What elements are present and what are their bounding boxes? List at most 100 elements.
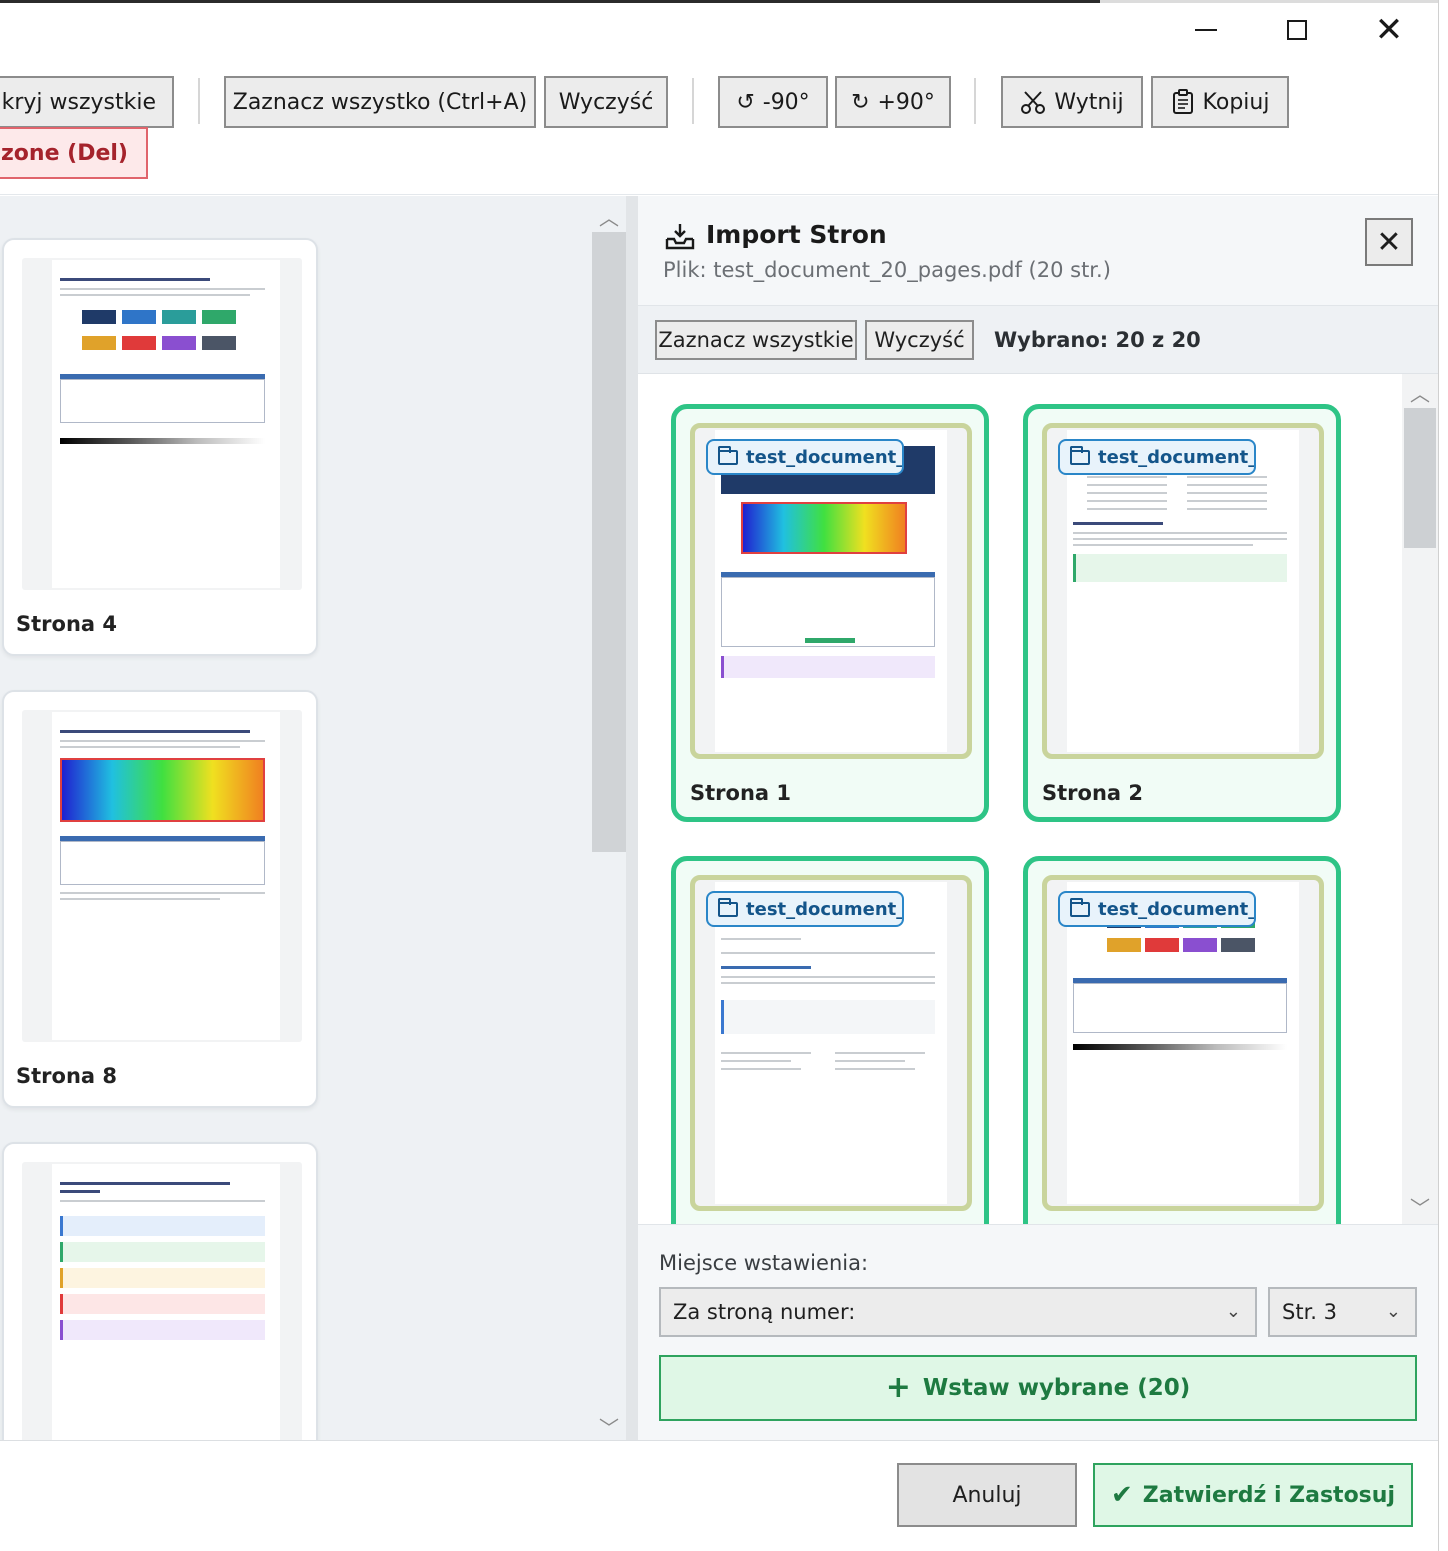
maximize-icon[interactable] <box>1274 10 1320 50</box>
copy-button[interactable]: Kopiuj <box>1151 76 1289 128</box>
cut-button[interactable]: Wytnij <box>1001 76 1143 128</box>
import-page-card[interactable]: test_document_... <box>671 856 989 1274</box>
source-file-name: test_document_... <box>1098 898 1256 920</box>
scissors-icon <box>1021 91 1046 114</box>
close-import-button[interactable]: ✕ <box>1365 218 1413 266</box>
position-mode-value: Za stroną numer: <box>673 1300 856 1324</box>
page-preview <box>52 1164 280 1440</box>
page-preview <box>715 430 947 752</box>
apply-label: Zatwierdź i Zastosuj <box>1142 1482 1395 1508</box>
import-clear-button[interactable]: Wyczyść <box>865 320 974 360</box>
selected-count: Wybrano: 20 z 20 <box>994 328 1201 352</box>
page-thumbnail <box>22 258 302 590</box>
select-all-label: Zaznacz wszystko (Ctrl+A) <box>232 89 528 115</box>
rotate-left-icon: ↺ <box>736 89 755 115</box>
page-preview <box>1067 430 1299 752</box>
page-label: Strona 1 <box>690 781 791 805</box>
rotate-left-label: -90° <box>762 89 810 115</box>
position-page-value: Str. 3 <box>1282 1300 1337 1324</box>
show-all-button[interactable]: dkryj wszystkie <box>0 76 174 128</box>
import-tray-icon <box>665 224 695 250</box>
close-icon: ✕ <box>1376 224 1402 260</box>
scroll-up-icon[interactable]: ︿ <box>592 202 626 231</box>
import-clear-label: Wyczyść <box>874 328 965 352</box>
rotate-right-button[interactable]: ↻ +90° <box>835 76 951 128</box>
page-thumbnail <box>22 710 302 1042</box>
import-select-all-label: Zaznacz wszystkie <box>658 328 854 352</box>
page-label: Strona 2 <box>1042 781 1143 805</box>
delete-selected-button[interactable]: czone (Del) <box>0 127 148 179</box>
chevron-down-icon: ⌄ <box>1225 1301 1241 1322</box>
window-right-border <box>1438 0 1448 1551</box>
import-selection-bar: Zaznacz wszystkie Wyczyść Wybrano: 20 z … <box>638 306 1438 374</box>
import-title: Import Stron <box>706 220 887 249</box>
import-page-card[interactable]: test_document_... Strona 2 <box>1023 404 1341 822</box>
insert-position-label: Miejsce wstawienia: <box>659 1251 869 1275</box>
toolbar-separator <box>198 78 200 124</box>
page-card[interactable] <box>2 1142 318 1440</box>
plus-icon: + <box>885 1370 911 1405</box>
minimize-icon[interactable] <box>1183 10 1229 50</box>
source-file-name: test_document_... <box>746 898 904 920</box>
page-preview <box>52 260 280 588</box>
position-page-select[interactable]: Str. 3 ⌄ <box>1268 1287 1417 1337</box>
rotate-left-button[interactable]: ↺ -90° <box>718 76 828 128</box>
clear-button[interactable]: Wyczyść <box>544 76 668 128</box>
page-preview <box>715 882 947 1204</box>
toolbar-separator <box>974 78 976 124</box>
import-page-card[interactable]: test_document_... <box>1023 856 1341 1274</box>
scroll-down-icon[interactable]: ﹀ <box>592 1412 626 1441</box>
source-file-badge: test_document_... <box>1058 439 1256 475</box>
checkmark-icon: ✔ <box>1111 1480 1133 1510</box>
import-header: Import Stron Plik: test_document_20_page… <box>638 196 1438 306</box>
import-scrollbar[interactable]: ︿ ﹀ <box>1402 374 1438 1224</box>
page-card[interactable]: Strona 8 <box>2 690 318 1108</box>
pages-panel: Strona 4 Strona 8 <box>0 196 626 1440</box>
source-file-name: test_document_... <box>1098 446 1256 468</box>
page-label: Strona 4 <box>16 612 117 636</box>
page-preview <box>52 712 280 1040</box>
position-mode-select[interactable]: Za stroną numer: ⌄ <box>659 1287 1257 1337</box>
cancel-button[interactable]: Anuluj <box>897 1463 1077 1527</box>
import-panel: Import Stron Plik: test_document_20_page… <box>638 196 1438 1440</box>
clear-label: Wyczyść <box>558 89 654 115</box>
source-file-badge: test_document_... <box>706 891 904 927</box>
rotate-right-label: +90° <box>877 89 935 115</box>
chevron-down-icon: ⌄ <box>1385 1301 1401 1322</box>
page-preview <box>1067 882 1299 1204</box>
pages-scrollbar[interactable]: ︿ ﹀ <box>592 196 626 1440</box>
cut-label: Wytnij <box>1054 89 1124 115</box>
window-top-border-light <box>1100 0 1440 3</box>
insert-selected-label: Wstaw wybrane (20) <box>922 1375 1191 1401</box>
page-thumbnail <box>22 1162 302 1440</box>
close-icon[interactable]: ✕ <box>1366 10 1412 50</box>
insert-options: Miejsce wstawienia: Za stroną numer: ⌄ S… <box>638 1224 1438 1440</box>
source-file-badge: test_document_... <box>706 439 904 475</box>
source-file-name: test_document_... <box>746 446 904 468</box>
source-file-badge: test_document_... <box>1058 891 1256 927</box>
page-label: Strona 8 <box>16 1064 117 1088</box>
select-all-button[interactable]: Zaznacz wszystko (Ctrl+A) <box>224 76 536 128</box>
folder-icon <box>718 897 738 917</box>
dialog-footer: Anuluj ✔ Zatwierdź i Zastosuj <box>0 1440 1438 1551</box>
rotate-right-icon: ↻ <box>851 89 870 115</box>
insert-selected-button[interactable]: + Wstaw wybrane (20) <box>659 1355 1417 1421</box>
scroll-up-icon[interactable]: ︿ <box>1402 378 1438 407</box>
delete-label: czone (Del) <box>0 140 128 166</box>
import-file-info: Plik: test_document_20_pages.pdf (20 str… <box>663 258 1111 282</box>
import-select-all-button[interactable]: Zaznacz wszystkie <box>655 320 857 360</box>
folder-icon <box>1070 445 1090 465</box>
scrollbar-thumb[interactable] <box>1404 408 1436 548</box>
panel-splitter[interactable] <box>626 196 638 1440</box>
scrollbar-thumb[interactable] <box>592 232 626 852</box>
folder-icon <box>718 445 738 465</box>
scroll-down-icon[interactable]: ﹀ <box>1402 1192 1438 1221</box>
show-all-label: dkryj wszystkie <box>0 89 156 115</box>
page-card[interactable]: Strona 4 <box>2 238 318 656</box>
copy-label: Kopiuj <box>1202 89 1270 115</box>
toolbar-separator <box>692 78 694 124</box>
apply-button[interactable]: ✔ Zatwierdź i Zastosuj <box>1093 1463 1413 1527</box>
clipboard-icon <box>1172 89 1193 114</box>
cancel-label: Anuluj <box>952 1482 1022 1508</box>
import-page-card[interactable]: test_document_... Strona 1 <box>671 404 989 822</box>
